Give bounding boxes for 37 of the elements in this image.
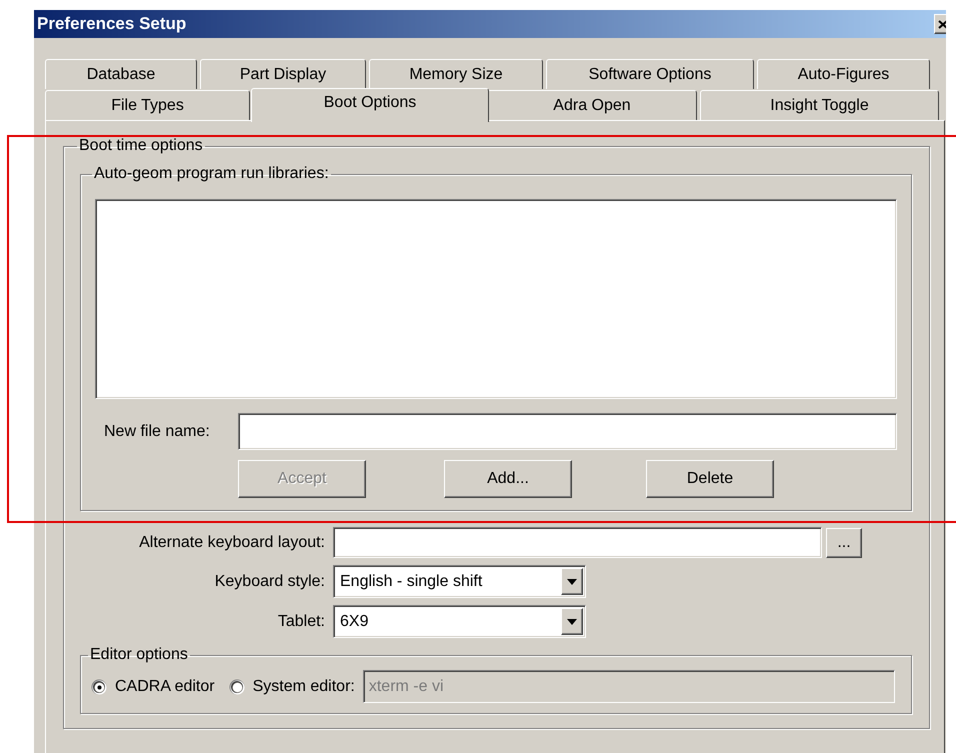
keyboard-style-dropdown[interactable]: English - single shift <box>333 565 586 598</box>
tab[interactable]: Software Options <box>546 59 754 89</box>
tab[interactable]: Insight Toggle <box>700 90 939 120</box>
radio-label: System editor: <box>252 678 355 696</box>
radio-button[interactable] <box>228 678 245 694</box>
tab[interactable]: Part Display <box>200 59 366 89</box>
radio-option[interactable]: System editor: <box>228 678 355 696</box>
add-button[interactable]: Add... <box>444 460 572 498</box>
keyboard-layout-field[interactable] <box>333 527 822 558</box>
combo-value: 6X9 <box>340 612 370 630</box>
radio-button[interactable] <box>91 678 107 694</box>
dropdown-button[interactable] <box>561 568 583 595</box>
group-title: Auto-geom program run libraries: <box>93 165 330 183</box>
file-name-field[interactable] <box>238 413 897 450</box>
field-label: Keyboard style: <box>214 572 325 590</box>
tab[interactable]: File Types <box>45 90 250 120</box>
tab[interactable]: Memory Size <box>369 59 543 89</box>
tab[interactable]: Boot Options <box>251 88 489 122</box>
delete-button[interactable]: Delete <box>646 460 774 498</box>
window-title: Preferences Setup <box>37 14 186 34</box>
tablet-dropdown[interactable]: 6X9 <box>333 605 586 638</box>
browse-button[interactable]: ... <box>826 528 862 558</box>
down-arrow-icon <box>567 578 577 584</box>
field-label: New file name: <box>103 422 211 440</box>
field-label: Tablet: <box>276 612 325 630</box>
radio-option[interactable]: CADRA editor <box>91 678 215 696</box>
field-label: Alternate keyboard layout: <box>138 534 325 552</box>
group-title: Editor options <box>89 646 189 664</box>
close-icon <box>938 20 946 28</box>
group-title: Boot time options <box>78 137 204 155</box>
tab[interactable]: Adra Open <box>487 90 697 120</box>
tab[interactable]: Database <box>45 59 197 89</box>
radio-label: CADRA editor <box>115 678 215 696</box>
down-arrow-icon <box>567 618 577 624</box>
tab[interactable]: Auto-Figures <box>757 59 930 89</box>
dropdown-button[interactable] <box>561 608 583 635</box>
combo-value: English - single shift <box>340 572 484 590</box>
